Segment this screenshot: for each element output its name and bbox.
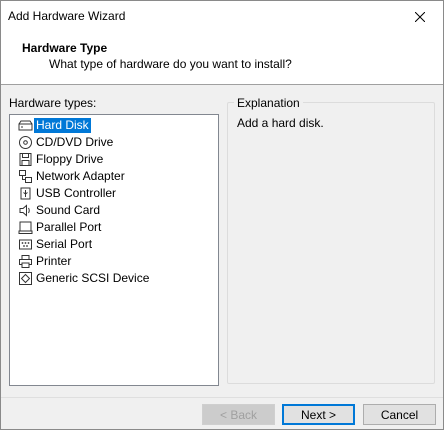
explanation-group (227, 102, 435, 384)
wizard-header: Hardware Type What type of hardware do y… (1, 32, 443, 85)
title-bar: Add Hardware Wizard (1, 1, 443, 32)
list-item-label: Serial Port (36, 236, 93, 251)
list-item-label: Parallel Port (36, 219, 102, 234)
list-item-parallel-port[interactable]: Parallel Port (18, 219, 103, 235)
page-title: Hardware Type (22, 41, 108, 55)
list-item-label: Generic SCSI Device (36, 270, 150, 285)
back-button[interactable]: < Back (202, 404, 275, 425)
close-button[interactable] (397, 1, 443, 32)
list-item-label: USB Controller (36, 185, 117, 200)
parallel-port-icon (18, 221, 33, 234)
next-button[interactable]: Next > (282, 404, 355, 425)
page-subtitle: What type of hardware do you want to ins… (49, 57, 292, 71)
list-item-label: Printer (36, 253, 72, 268)
hardware-types-label: Hardware types: (9, 96, 97, 110)
wizard-body: Hardware types: Hard Disk CD/DVD Drive F… (1, 85, 443, 397)
list-item-floppy[interactable]: Floppy Drive (18, 151, 105, 167)
cancel-button[interactable]: Cancel (363, 404, 436, 425)
list-item-usb-controller[interactable]: USB Controller (18, 185, 118, 201)
network-icon (19, 169, 32, 183)
list-item-label: Sound Card (36, 202, 101, 217)
wizard-window: Add Hardware Wizard Hardware Type What t… (0, 0, 444, 430)
serial-port-icon (19, 239, 32, 249)
explanation-title: Explanation (234, 96, 303, 110)
list-item-label: Network Adapter (36, 168, 125, 183)
list-item-sound-card[interactable]: Sound Card (18, 202, 102, 218)
list-item-network-adapter[interactable]: Network Adapter (18, 168, 127, 184)
wizard-footer: < Back Next > Cancel (1, 397, 443, 429)
hardware-types-list[interactable]: Hard Disk CD/DVD Drive Floppy Drive Netw… (9, 114, 219, 386)
list-item-label: CD/DVD Drive (36, 134, 114, 149)
list-item-hard-disk[interactable]: Hard Disk (18, 117, 91, 133)
list-item-cd-dvd[interactable]: CD/DVD Drive (18, 134, 115, 150)
hard-disk-icon (18, 120, 33, 130)
list-item-label: Floppy Drive (36, 151, 104, 166)
cd-dvd-icon (19, 135, 32, 149)
list-item-label: Hard Disk (34, 117, 91, 133)
close-icon (415, 11, 425, 22)
explanation-text: Add a hard disk. (237, 116, 324, 130)
scsi-icon (19, 271, 32, 285)
usb-icon (20, 187, 31, 199)
list-item-printer[interactable]: Printer (18, 253, 73, 269)
list-item-serial-port[interactable]: Serial Port (18, 236, 94, 252)
list-item-generic-scsi[interactable]: Generic SCSI Device (18, 270, 151, 286)
floppy-icon (19, 152, 32, 166)
speaker-icon (19, 203, 30, 217)
printer-icon (19, 254, 32, 268)
window-title: Add Hardware Wizard (8, 9, 126, 23)
